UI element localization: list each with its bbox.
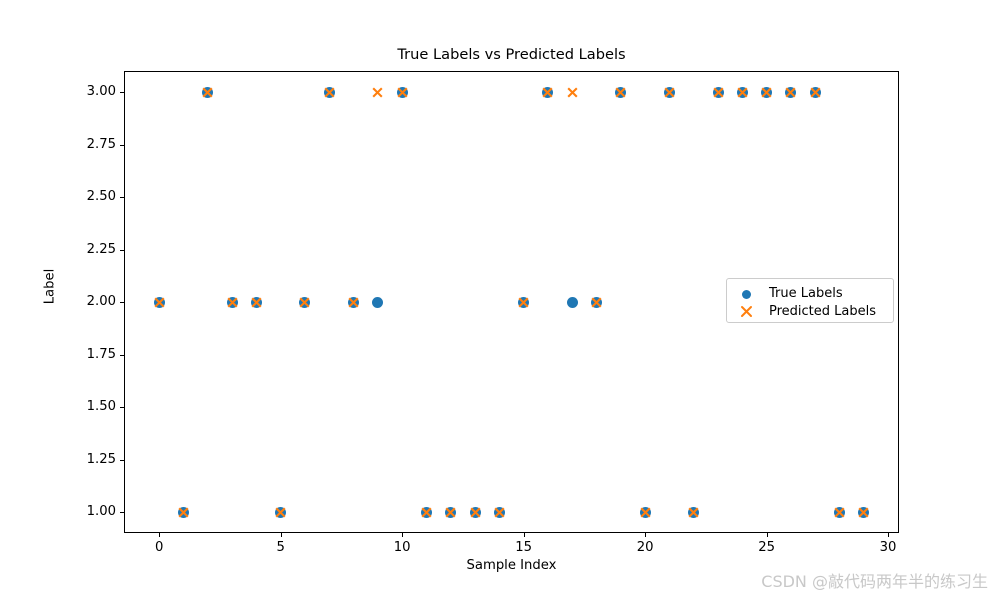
y-tick-label: 2.50 — [86, 189, 116, 204]
predicted-label-point — [201, 86, 214, 99]
y-tick-mark — [120, 302, 124, 304]
y-tick-mark — [120, 144, 124, 146]
legend-item-predicted-labels: Predicted Labels — [727, 302, 893, 320]
x-tick-label: 25 — [758, 540, 775, 555]
predicted-label-point — [663, 86, 676, 99]
predicted-label-point — [371, 86, 384, 99]
predicted-label-point — [639, 506, 652, 519]
matplotlib-figure: True Labels vs Predicted Labels 0 5 10 15 20… — [0, 0, 1000, 600]
predicted-label-point — [493, 506, 506, 519]
x-tick-mark — [766, 533, 768, 537]
chart-legend: True Labels Predicted Labels — [726, 278, 894, 323]
x-tick-label: 10 — [393, 540, 411, 555]
predicted-label-point — [833, 506, 846, 519]
x-tick-label: 30 — [879, 540, 897, 555]
predicted-label-point — [226, 296, 239, 309]
y-tick-label: 1.00 — [86, 504, 116, 519]
y-tick-mark — [120, 249, 124, 251]
predicted-label-point — [784, 86, 797, 99]
y-tick-label: 2.75 — [86, 136, 116, 152]
x-tick-mark — [523, 533, 525, 537]
csdn-watermark: CSDN @敲代码两年半的练习生 — [761, 572, 988, 591]
y-tick-mark — [120, 459, 124, 461]
predicted-label-point — [274, 506, 287, 519]
y-tick-label: 2.00 — [86, 294, 116, 309]
legend-label: Predicted Labels — [769, 303, 877, 319]
legend-label: True Labels — [769, 285, 843, 301]
y-tick-mark — [120, 512, 124, 514]
y-tick-label: 2.25 — [86, 241, 116, 257]
y-tick-mark — [120, 354, 124, 356]
y-tick-label: 3.00 — [86, 84, 116, 99]
predicted-label-point — [590, 296, 603, 309]
predicted-label-point — [298, 296, 311, 309]
y-tick-mark — [120, 197, 124, 199]
predicted-label-point — [444, 506, 457, 519]
cross-marker-icon — [727, 302, 769, 320]
predicted-label-point — [809, 86, 822, 99]
y-tick-label: 1.25 — [86, 451, 116, 467]
x-tick-mark — [402, 533, 404, 537]
y-tick-mark — [120, 407, 124, 409]
x-tick-label: 0 — [155, 540, 164, 555]
x-tick-label: 15 — [515, 540, 533, 555]
x-tick-mark — [159, 533, 161, 537]
x-tick-label: 5 — [276, 540, 285, 555]
predicted-label-point — [469, 506, 482, 519]
predicted-label-point — [517, 296, 530, 309]
predicted-label-point — [420, 506, 433, 519]
y-tick-mark — [120, 92, 124, 94]
x-tick-mark — [888, 533, 890, 537]
predicted-label-point — [712, 86, 725, 99]
predicted-label-point — [396, 86, 409, 99]
true-label-point — [372, 296, 384, 308]
x-tick-label: 20 — [636, 540, 654, 555]
predicted-label-point — [736, 86, 749, 99]
legend-item-true-labels: True Labels — [727, 284, 893, 302]
predicted-label-point — [760, 86, 773, 99]
predicted-label-point — [566, 86, 579, 99]
predicted-label-point — [541, 86, 554, 99]
predicted-label-point — [177, 506, 190, 519]
x-tick-mark — [645, 533, 647, 537]
true-label-point — [566, 296, 578, 308]
x-tick-mark — [280, 533, 282, 537]
predicted-label-point — [250, 296, 263, 309]
predicted-label-point — [323, 86, 336, 99]
predicted-label-point — [153, 296, 166, 309]
predicted-label-point — [857, 506, 870, 519]
filled-circle-marker-icon — [727, 284, 769, 302]
y-axis-label: Label — [42, 268, 58, 305]
page-title: True Labels vs Predicted Labels — [397, 46, 626, 63]
y-tick-label: 1.75 — [86, 346, 116, 362]
y-tick-label: 1.50 — [86, 399, 116, 414]
predicted-label-point — [614, 86, 627, 99]
predicted-label-point — [347, 296, 360, 309]
predicted-label-point — [687, 506, 700, 519]
